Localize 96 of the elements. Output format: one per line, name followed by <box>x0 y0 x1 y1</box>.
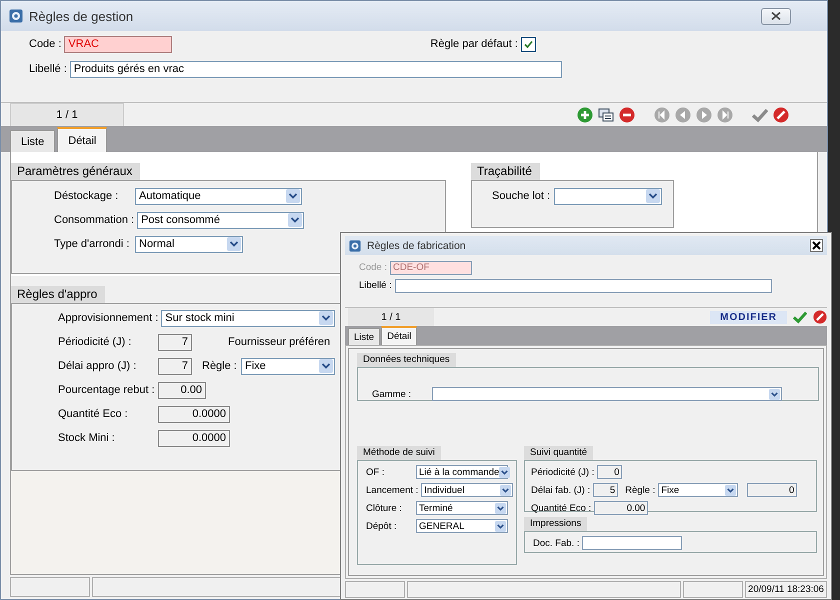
tab[interactable]: Liste <box>10 130 56 152</box>
close-icon <box>771 12 781 20</box>
dropdown-arrow-icon <box>499 466 510 478</box>
number-field[interactable]: 0.0000 <box>158 406 230 422</box>
field-label: Règle : <box>625 484 656 496</box>
app-icon <box>349 240 361 252</box>
section-title: Règles d'appro <box>11 286 106 303</box>
list-icon[interactable] <box>598 108 614 122</box>
next-icon[interactable] <box>696 106 712 122</box>
field-label: Périodicité (J) : <box>58 336 132 348</box>
field-label: Règle : <box>202 360 238 372</box>
field-label: Règle par défaut : <box>430 38 518 50</box>
app-icon <box>9 9 23 23</box>
field-label: Fournisseur préféren <box>228 336 332 348</box>
dropdown[interactable]: Individuel <box>421 483 514 497</box>
dropdown[interactable] <box>554 188 662 204</box>
number-field[interactable]: 7 <box>158 358 192 374</box>
dropdown-arrow-icon <box>500 484 512 496</box>
record-counter: 1 / 1 <box>348 308 434 326</box>
field-label: Quantité Eco : <box>58 408 129 420</box>
dropdown-arrow-icon <box>725 484 736 496</box>
dropdown[interactable]: Terminé <box>416 501 508 515</box>
dropdown[interactable]: Sur stock mini <box>161 310 336 326</box>
close-icon <box>812 241 821 250</box>
previous-icon[interactable] <box>675 106 691 122</box>
field-label: Délai fab. (J) : <box>531 484 592 496</box>
field-label: Pourcentage rebut : <box>58 384 156 396</box>
section-title: Paramètres généraux <box>11 163 140 180</box>
add-icon[interactable] <box>577 106 593 122</box>
libelle-field[interactable]: Produits gérés en vrac <box>70 60 562 78</box>
mode-label: MODIFIER <box>710 310 787 324</box>
tab[interactable]: Détail <box>381 326 418 345</box>
dropdown[interactable]: Automatique <box>135 188 302 204</box>
dropdown-arrow-icon <box>495 502 506 514</box>
window-title: Règles de fabrication <box>367 240 466 252</box>
dropdown[interactable] <box>432 387 782 401</box>
number-field[interactable]: 0.0000 <box>158 430 230 446</box>
checkbox[interactable] <box>520 36 536 52</box>
status-time: 20/09/11 18:23:06 <box>745 581 827 598</box>
section-title: Traçabilité <box>471 163 540 180</box>
field-label: Dépôt : <box>366 520 398 532</box>
field-label: Clôture : <box>366 502 403 514</box>
section-title: Données techniques <box>357 353 456 367</box>
section-title: Méthode de suivi <box>357 446 441 460</box>
field-label: Souche lot : <box>492 190 552 202</box>
cancel-icon[interactable] <box>773 106 789 122</box>
number-field[interactable]: 0.00 <box>158 382 206 398</box>
remove-icon[interactable] <box>619 106 635 122</box>
field-label: Code : <box>359 262 388 273</box>
status-cell <box>683 581 743 598</box>
number-field[interactable]: 0 <box>597 465 622 479</box>
field-label: Libellé : <box>28 63 68 75</box>
dropdown[interactable]: GENERAL <box>416 519 508 533</box>
tab[interactable]: Liste <box>348 328 380 345</box>
field-label: Gamme : <box>372 388 412 400</box>
window-title: Règles de gestion <box>29 8 134 24</box>
section-title: Suivi quantité <box>524 446 594 460</box>
check-icon <box>522 38 534 50</box>
number-field[interactable]: 0.00 <box>594 501 648 515</box>
dropdown-arrow-icon <box>769 388 780 400</box>
record-counter: 1 / 1 <box>10 103 124 126</box>
close-button[interactable] <box>810 239 823 252</box>
dropdown[interactable]: Fixe <box>241 358 335 374</box>
check-icon[interactable] <box>793 310 807 324</box>
dropdown[interactable]: Fixe <box>658 483 738 497</box>
field-label: OF : <box>366 466 386 478</box>
section-title: Impressions <box>524 517 588 531</box>
field-label: Type d'arrondi : <box>54 238 130 250</box>
dropdown[interactable]: Normal <box>135 236 243 252</box>
tab[interactable]: Détail <box>57 127 108 152</box>
field-label: Périodicité (J) : <box>531 466 596 478</box>
cancel-icon[interactable] <box>813 310 827 324</box>
field-label: Doc. Fab. : <box>533 538 580 548</box>
dropdown-arrow-icon <box>495 520 506 532</box>
field-label: Approvisionnement : <box>58 312 160 324</box>
close-button[interactable] <box>761 8 791 24</box>
status-cell <box>345 581 405 598</box>
field-label: Quantité Eco : <box>531 502 592 514</box>
field-label: Libellé : <box>359 280 393 291</box>
field-label: Stock Mini : <box>58 432 116 444</box>
dropdown[interactable]: Lié à la commande <box>416 465 508 479</box>
last-icon[interactable] <box>717 106 733 122</box>
number-field[interactable]: 5 <box>593 483 618 497</box>
field-label: Délai appro (J) : <box>58 360 138 372</box>
field-label: Consommation : <box>54 214 136 226</box>
code-field[interactable]: VRAC <box>64 36 172 52</box>
field-label: Déstockage : <box>54 190 120 202</box>
dropdown[interactable]: Post consommé <box>137 212 304 228</box>
number-field[interactable]: 7 <box>158 334 192 350</box>
field-label: Lancement : <box>366 484 420 496</box>
number-field[interactable]: 0 <box>747 483 798 497</box>
libelle-field[interactable] <box>394 278 772 292</box>
field-label: Code : <box>28 38 62 50</box>
check-icon[interactable] <box>752 106 768 122</box>
text-field[interactable] <box>582 536 682 550</box>
first-icon[interactable] <box>654 106 670 122</box>
